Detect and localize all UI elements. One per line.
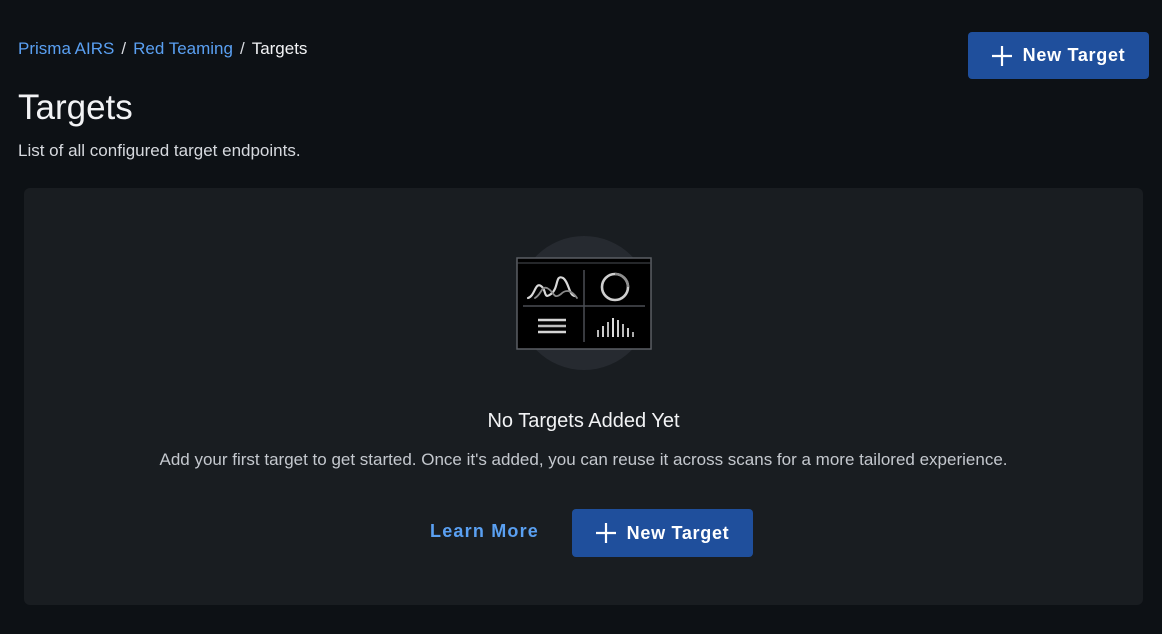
empty-state-description: Add your first target to get started. On… bbox=[159, 450, 1008, 469]
targets-page: Prisma AIRS / Red Teaming / Targets Targets … bbox=[0, 0, 1162, 634]
empty-state-title: No Targets Added Yet bbox=[487, 410, 680, 432]
breadcrumb-red-teaming-link[interactable]: Red Teaming bbox=[133, 39, 233, 58]
breadcrumb: Prisma AIRS / Red Teaming / Targets bbox=[18, 38, 307, 60]
breadcrumb-current-targets: Targets bbox=[251, 39, 308, 58]
breadcrumb-separator: / bbox=[121, 39, 127, 58]
breadcrumb-prisma-airs-link[interactable]: Prisma AIRS bbox=[18, 39, 114, 58]
empty-state-panel: No Targets Added Yet Add your first targ… bbox=[24, 188, 1143, 605]
new-target-button-empty-state[interactable]: New Target bbox=[572, 509, 753, 557]
dashboard-widgets-icon bbox=[515, 234, 653, 372]
page-subtitle: List of all configured target endpoints. bbox=[18, 141, 301, 160]
breadcrumb-separator: / bbox=[239, 39, 245, 58]
learn-more-link[interactable]: Learn More bbox=[430, 519, 539, 543]
new-target-button-label: New Target bbox=[626, 522, 730, 543]
plus-icon bbox=[991, 45, 1012, 66]
new-target-button-label: New Target bbox=[1022, 45, 1126, 65]
page-title: Targets bbox=[18, 88, 133, 127]
plus-icon bbox=[595, 522, 616, 544]
new-target-button-header[interactable]: New Target bbox=[968, 32, 1149, 79]
